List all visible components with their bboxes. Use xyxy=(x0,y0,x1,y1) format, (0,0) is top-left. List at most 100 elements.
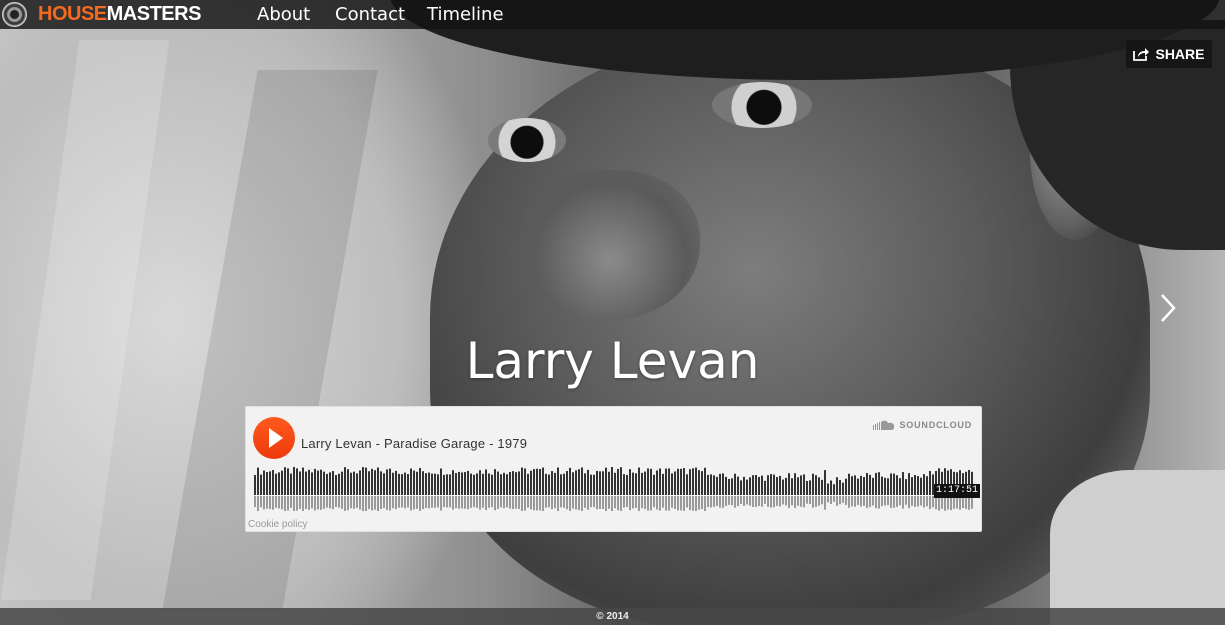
waveform-bar xyxy=(890,473,892,495)
waveform-bar-reflection xyxy=(392,496,394,509)
waveform-bar-reflection xyxy=(362,496,364,511)
waveform-bar-reflection xyxy=(443,496,445,508)
waveform-bar-reflection xyxy=(305,496,307,509)
waveform-bar-reflection xyxy=(266,496,268,509)
waveform-bar-reflection xyxy=(464,496,466,509)
waveform-bar-reflection xyxy=(530,496,532,510)
waveform-bar-reflection xyxy=(944,496,946,511)
waveform-bar-reflection xyxy=(626,496,628,508)
waveform-bar-reflection xyxy=(869,496,871,508)
waveform-bar xyxy=(815,475,817,495)
waveform-bar-reflection xyxy=(677,496,679,511)
waveform-bar xyxy=(305,471,307,495)
waveform-bar xyxy=(308,469,310,495)
waveform-bar xyxy=(518,471,520,495)
waveform-bar xyxy=(674,471,676,495)
waveform-bar xyxy=(800,475,802,495)
waveform-bar-reflection xyxy=(872,496,874,506)
waveform-bar-reflection xyxy=(281,496,283,510)
waveform-bar xyxy=(407,474,409,495)
waveform-bar-reflection xyxy=(632,496,634,509)
waveform-bar-reflection xyxy=(524,496,526,511)
waveform-bar-reflection xyxy=(359,496,361,510)
waveform-bar xyxy=(650,468,652,495)
waveform-bar xyxy=(824,470,826,495)
waveform-bar xyxy=(686,474,688,495)
waveform-bar xyxy=(791,478,793,495)
waveform-bar-reflection xyxy=(518,496,520,509)
waveform-bar-reflection xyxy=(938,496,940,511)
waveform-bar xyxy=(416,471,418,495)
top-navbar: HOUSEMASTERS About Contact Timeline xyxy=(0,0,1225,29)
waveform-bar xyxy=(641,472,643,495)
speaker-logo-icon[interactable] xyxy=(2,2,27,27)
waveform-bar xyxy=(797,477,799,495)
waveform-bar-reflection xyxy=(407,496,409,508)
waveform-bar-reflection xyxy=(791,496,793,506)
waveform-bar xyxy=(614,472,616,495)
waveform-bar xyxy=(857,478,859,495)
waveform-bar-reflection xyxy=(644,496,646,509)
waveform-bar xyxy=(743,476,745,495)
waveform-bar-reflection xyxy=(818,496,820,506)
waveform-bar xyxy=(392,472,394,495)
waveform-bar-reflection xyxy=(287,496,289,511)
nav-link-contact[interactable]: Contact xyxy=(335,4,405,25)
waveform-bar xyxy=(620,467,622,495)
nav-link-timeline[interactable]: Timeline xyxy=(427,4,504,25)
waveform-bar xyxy=(833,484,835,495)
waveform-bar xyxy=(812,473,814,495)
waveform-bar xyxy=(530,470,532,495)
next-slide-arrow-icon[interactable] xyxy=(1156,292,1180,324)
nav-link-about[interactable]: About xyxy=(257,4,310,25)
waveform-bar-reflection xyxy=(821,496,823,505)
waveform-bar-reflection xyxy=(533,496,535,511)
waveform-bar xyxy=(389,468,391,495)
waveform-bar-reflection xyxy=(719,496,721,508)
waveform-bar-reflection xyxy=(413,496,415,510)
waveform-bar-reflection xyxy=(548,496,550,508)
soundcloud-brand[interactable]: SOUNDCLOUD xyxy=(872,420,973,430)
waveform-bar xyxy=(299,471,301,495)
waveform-bar-reflection xyxy=(527,496,529,508)
waveform-bar xyxy=(323,471,325,495)
waveform[interactable] xyxy=(254,467,974,511)
waveform-bar xyxy=(563,473,565,495)
waveform-bar xyxy=(860,475,862,495)
waveform-bar xyxy=(521,467,523,495)
waveform-bar-reflection xyxy=(260,496,262,508)
waveform-bar xyxy=(920,477,922,495)
waveform-bar xyxy=(284,467,286,495)
footer: © 2014 xyxy=(0,608,1225,625)
share-label: SHARE xyxy=(1155,46,1205,62)
waveform-bar-reflection xyxy=(833,496,835,502)
waveform-bar-reflection xyxy=(920,496,922,506)
site-logo[interactable]: HOUSEMASTERS xyxy=(38,3,201,25)
waveform-bar xyxy=(347,469,349,495)
waveform-bar-reflection xyxy=(884,496,886,506)
waveform-bar xyxy=(851,476,853,495)
waveform-bar-reflection xyxy=(947,496,949,510)
cookie-policy-link[interactable]: Cookie policy xyxy=(248,519,307,530)
waveform-bar-reflection xyxy=(683,496,685,511)
waveform-bar-reflection xyxy=(740,496,742,505)
waveform-bar xyxy=(476,473,478,495)
share-button[interactable]: SHARE xyxy=(1126,40,1212,68)
waveform-bar xyxy=(401,474,403,495)
waveform-bar xyxy=(479,470,481,495)
waveform-bar-reflection xyxy=(587,496,589,510)
waveform-bar-reflection xyxy=(581,496,583,511)
play-button[interactable] xyxy=(253,417,295,459)
waveform-bar xyxy=(713,475,715,495)
waveform-bar-reflection xyxy=(566,496,568,510)
waveform-bar xyxy=(353,471,355,495)
waveform-bar-reflection xyxy=(848,496,850,508)
waveform-bar xyxy=(617,468,619,495)
waveform-bar-reflection xyxy=(923,496,925,508)
waveform-bar-reflection xyxy=(488,496,490,508)
waveform-bar xyxy=(803,474,805,495)
track-title[interactable]: Larry Levan - Paradise Garage - 1979 xyxy=(301,436,527,451)
waveform-bar-reflection xyxy=(695,496,697,511)
waveform-bar-reflection xyxy=(815,496,817,507)
waveform-bar-reflection xyxy=(584,496,586,508)
